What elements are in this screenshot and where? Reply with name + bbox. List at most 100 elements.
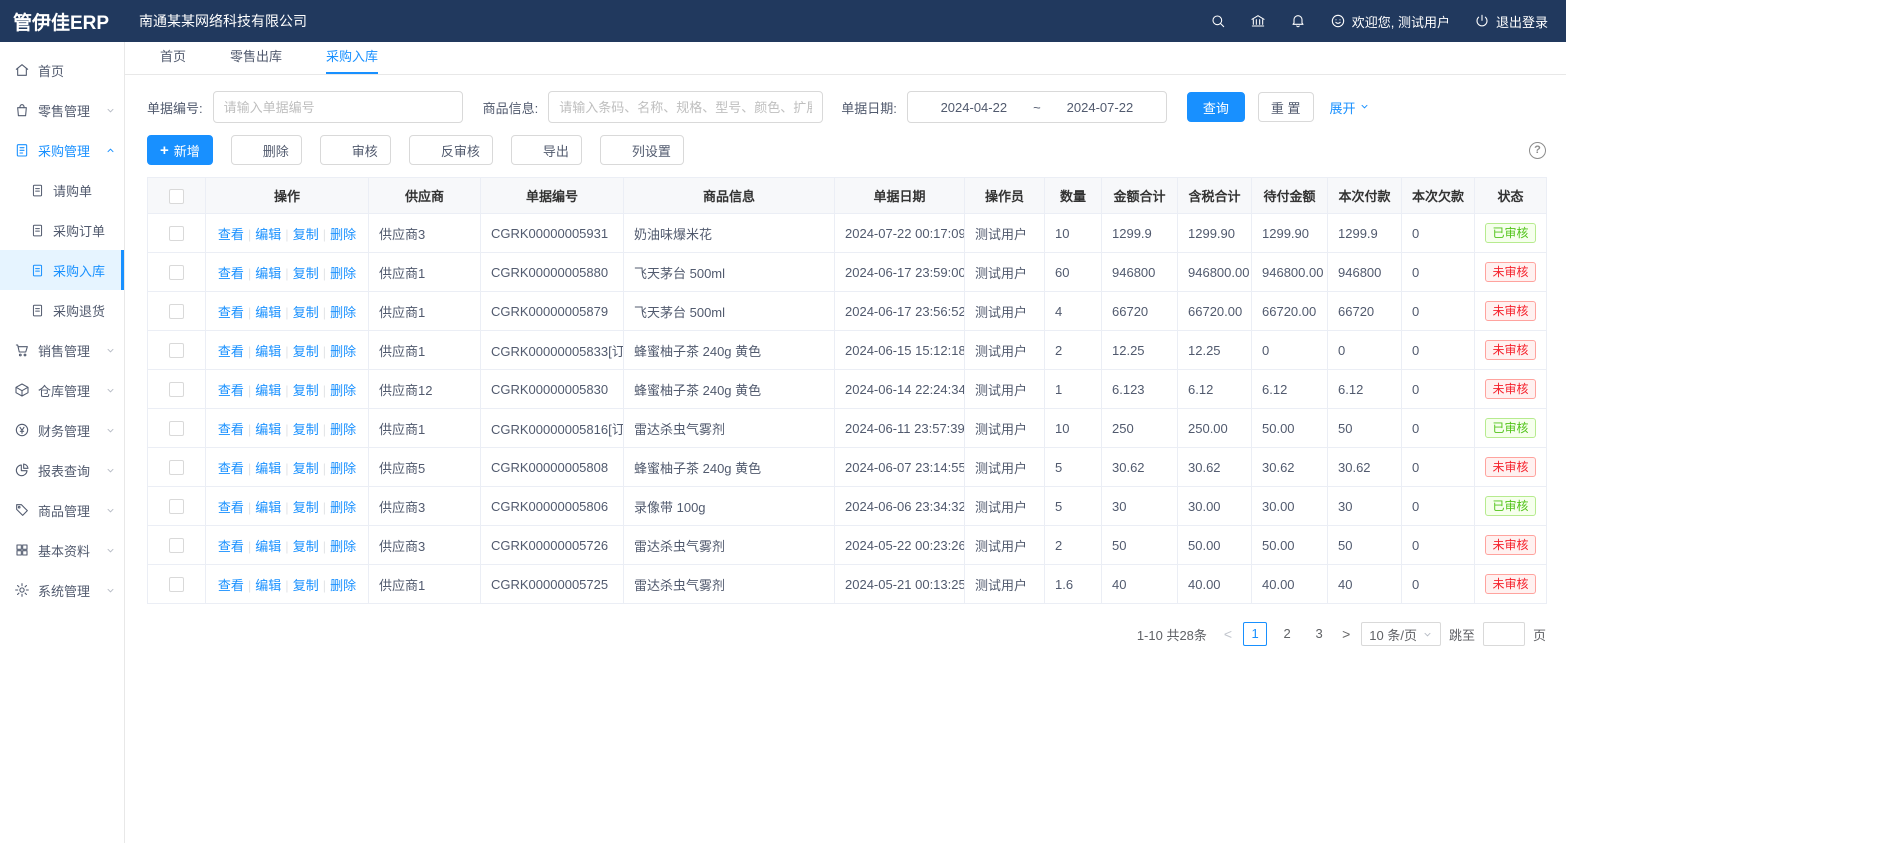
row-checkbox[interactable] [169,265,184,280]
column-settings-button[interactable]: 列设置 [600,135,684,165]
tab-home[interactable]: 首页 [160,42,186,74]
page-1-button[interactable]: 1 [1243,622,1267,646]
copy-link[interactable]: 复制 [293,227,319,242]
page-3-button[interactable]: 3 [1307,622,1331,646]
view-link[interactable]: 查看 [218,305,244,320]
help-icon[interactable]: ? [1529,142,1546,159]
column-header-date[interactable]: 单据日期 [835,178,965,214]
logout-button[interactable]: 退出登录 [1474,12,1548,31]
column-header-owed[interactable]: 本次欠款 [1402,178,1475,214]
view-link[interactable]: 查看 [218,383,244,398]
welcome-user[interactable]: 欢迎您, 测试用户 [1330,12,1450,31]
sidebar-item-system-mgmt[interactable]: 系统管理 [0,570,124,610]
copy-link[interactable]: 复制 [293,500,319,515]
row-checkbox[interactable] [169,304,184,319]
date-start[interactable]: 2024-04-22 [941,100,1008,115]
copy-link[interactable]: 复制 [293,578,319,593]
view-link[interactable]: 查看 [218,344,244,359]
copy-link[interactable]: 复制 [293,539,319,554]
date-end[interactable]: 2024-07-22 [1067,100,1134,115]
edit-link[interactable]: 编辑 [255,383,281,398]
row-checkbox[interactable] [169,460,184,475]
row-checkbox[interactable] [169,343,184,358]
edit-link[interactable]: 编辑 [255,461,281,476]
view-link[interactable]: 查看 [218,227,244,242]
prev-page-button[interactable]: < [1221,626,1235,642]
delete-link[interactable]: 删除 [330,578,356,593]
column-header-paid[interactable]: 本次付款 [1328,178,1402,214]
page-2-button[interactable]: 2 [1275,622,1299,646]
column-header-actions[interactable]: 操作 [206,178,369,214]
delete-link[interactable]: 删除 [330,344,356,359]
edit-link[interactable]: 编辑 [255,539,281,554]
view-link[interactable]: 查看 [218,461,244,476]
sidebar-item-goods-mgmt[interactable]: 商品管理 [0,490,124,530]
date-range-picker[interactable]: 2024-04-22 ~ 2024-07-22 [907,91,1167,123]
delete-link[interactable]: 删除 [330,266,356,281]
sidebar-item-warehouse-mgmt[interactable]: 仓库管理 [0,370,124,410]
sidebar-item-sales-mgmt[interactable]: 销售管理 [0,330,124,370]
sidebar-item-purchase-mgmt[interactable]: 采购管理 [0,130,124,170]
sidebar-item-retail-mgmt[interactable]: 零售管理 [0,90,124,130]
row-checkbox[interactable] [169,382,184,397]
delete-link[interactable]: 删除 [330,383,356,398]
next-page-button[interactable]: > [1339,626,1353,642]
expand-link[interactable]: 展开 [1330,98,1370,117]
delete-link[interactable]: 删除 [330,500,356,515]
copy-link[interactable]: 复制 [293,344,319,359]
unaudit-button[interactable]: 反审核 [409,135,493,165]
bell-icon[interactable] [1290,13,1306,29]
sidebar-item-finance-mgmt[interactable]: 财务管理 [0,410,124,450]
reset-button[interactable]: 重 置 [1258,92,1314,122]
view-link[interactable]: 查看 [218,578,244,593]
add-button[interactable]: + 新增 [147,135,213,165]
tab-purchase-inbound[interactable]: 采购入库 [326,42,378,74]
view-link[interactable]: 查看 [218,422,244,437]
sidebar-item-basic-data[interactable]: 基本资料 [0,530,124,570]
column-header-status[interactable]: 状态 [1475,178,1547,214]
delete-link[interactable]: 删除 [330,422,356,437]
view-link[interactable]: 查看 [218,266,244,281]
column-header-doc-no[interactable]: 单据编号 [481,178,624,214]
sidebar-item-home[interactable]: 首页 [0,50,124,90]
delete-link[interactable]: 删除 [330,227,356,242]
app-logo[interactable]: 管伊佳ERP [0,8,125,35]
row-checkbox[interactable] [169,538,184,553]
sidebar-item-purchase-inbound[interactable]: 采购入库 [0,250,124,290]
sidebar-item-purchase-order[interactable]: 采购订单 [0,210,124,250]
audit-button[interactable]: 审核 [320,135,391,165]
copy-link[interactable]: 复制 [293,305,319,320]
edit-link[interactable]: 编辑 [255,266,281,281]
column-header-amount-tax[interactable]: 含税合计 [1178,178,1252,214]
row-checkbox[interactable] [169,499,184,514]
page-size-select[interactable]: 10 条/页 [1361,622,1441,646]
column-header-product[interactable]: 商品信息 [624,178,835,214]
sidebar-item-purchase-request[interactable]: 请购单 [0,170,124,210]
delete-link[interactable]: 删除 [330,461,356,476]
row-checkbox[interactable] [169,577,184,592]
column-header-payable[interactable]: 待付金额 [1252,178,1328,214]
product-info-input[interactable] [548,91,823,123]
row-checkbox[interactable] [169,226,184,241]
export-button[interactable]: 导出 [511,135,582,165]
jump-page-input[interactable] [1483,622,1525,646]
delete-link[interactable]: 删除 [330,305,356,320]
select-all-checkbox[interactable] [169,189,184,204]
edit-link[interactable]: 编辑 [255,344,281,359]
column-header-operator[interactable]: 操作员 [965,178,1045,214]
edit-link[interactable]: 编辑 [255,500,281,515]
column-header-qty[interactable]: 数量 [1045,178,1102,214]
doc-no-input[interactable] [213,91,463,123]
column-header-amount[interactable]: 金额合计 [1102,178,1178,214]
search-button[interactable]: 查询 [1187,92,1245,122]
copy-link[interactable]: 复制 [293,266,319,281]
sidebar-item-purchase-return[interactable]: 采购退货 [0,290,124,330]
copy-link[interactable]: 复制 [293,422,319,437]
edit-link[interactable]: 编辑 [255,578,281,593]
delete-link[interactable]: 删除 [330,539,356,554]
view-link[interactable]: 查看 [218,539,244,554]
delete-button[interactable]: 删除 [231,135,302,165]
edit-link[interactable]: 编辑 [255,422,281,437]
tab-retail-outbound[interactable]: 零售出库 [230,42,282,74]
bank-icon[interactable] [1250,13,1266,29]
